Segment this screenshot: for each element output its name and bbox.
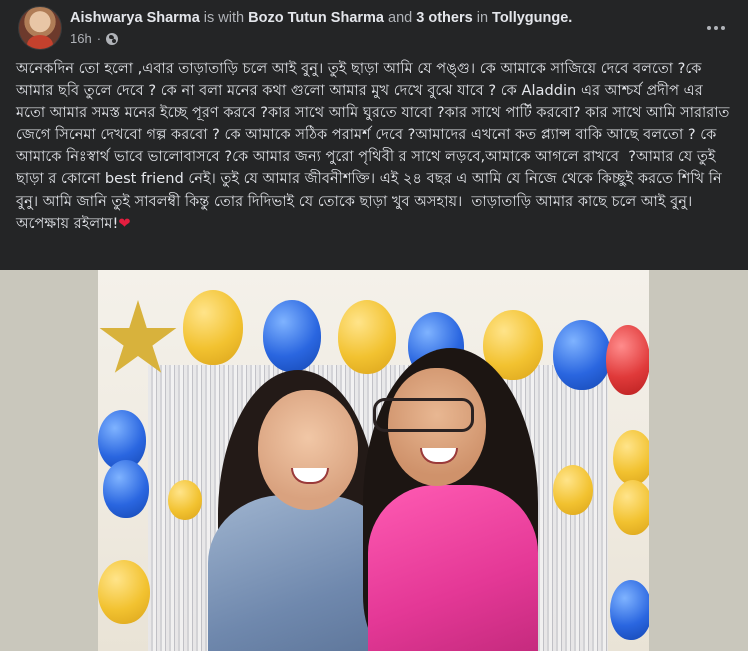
location-link[interactable]: Tollygunge. <box>492 10 572 26</box>
left-person-face <box>258 390 358 510</box>
balloon <box>263 300 321 372</box>
balloon <box>98 560 150 624</box>
heart-emoji: ❤ <box>118 214 131 232</box>
others-link[interactable]: 3 others <box>416 10 472 26</box>
balloon <box>168 480 202 520</box>
globe-icon[interactable] <box>106 32 119 45</box>
in-connector: in <box>476 10 489 26</box>
balloon <box>613 430 649 485</box>
balloon <box>606 325 649 395</box>
more-horizontal-icon <box>707 26 725 30</box>
right-person-glasses <box>373 398 474 432</box>
more-options-button[interactable] <box>698 10 734 46</box>
balloon <box>610 580 649 640</box>
left-person-smile <box>291 468 329 484</box>
post-meta: 16h · <box>70 31 119 46</box>
tagged-person-link[interactable]: Bozo Tutun Sharma <box>248 10 384 26</box>
post-header: Aishwarya Sharma is with Bozo Tutun Shar… <box>0 0 748 56</box>
post-message: অনেকদিন তো হলো ,এবার তাড়াতাড়ি চলে আই ব… <box>16 58 732 235</box>
right-person-smile <box>420 448 458 464</box>
with-connector: is with <box>203 10 245 26</box>
meta-separator: · <box>96 31 102 46</box>
post-attribution: Aishwarya Sharma is with Bozo Tutun Shar… <box>70 9 572 27</box>
balloon <box>103 460 149 518</box>
post-timestamp-link[interactable]: 16h <box>70 31 92 46</box>
balloon <box>338 300 396 374</box>
balloon <box>183 290 243 365</box>
author-name-link[interactable]: Aishwarya Sharma <box>70 10 200 26</box>
post-photo[interactable] <box>98 270 649 651</box>
balloon <box>553 320 611 390</box>
facebook-post: Aishwarya Sharma is with Bozo Tutun Shar… <box>0 0 748 651</box>
author-avatar[interactable] <box>18 6 62 50</box>
balloon <box>553 465 593 515</box>
balloon <box>613 480 649 535</box>
and-connector: and <box>388 10 413 26</box>
post-message-text: অনেকদিন তো হলো ,এবার তাড়াতাড়ি চলে আই ব… <box>16 60 735 232</box>
post-media-container[interactable] <box>0 270 748 651</box>
right-person-dress <box>368 485 538 651</box>
